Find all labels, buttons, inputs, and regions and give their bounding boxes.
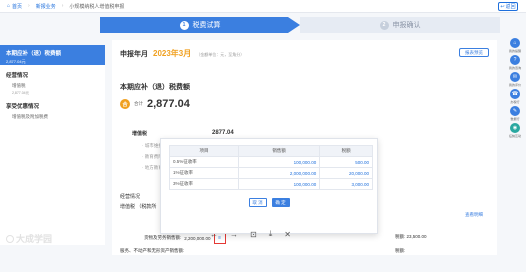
- column-header-tax: 税额: [319, 145, 373, 157]
- modal-buttons: 取 消 确 定: [161, 198, 377, 207]
- phone-icon: ☎: [510, 89, 520, 99]
- step-label: 申报确认: [392, 22, 421, 29]
- arrow-right-icon[interactable]: →: [230, 230, 238, 239]
- sales-breakdown-table: 项目 销售额 税额 0.5%征收率 100,000.00 500.00 1%征收…: [168, 145, 373, 190]
- table-row: 1%征收率 2,000,000.00 20,000.00: [168, 167, 373, 179]
- section-title-tax-payable: 本期应补（退）税费额: [120, 84, 190, 91]
- arrow-left-icon[interactable]: ←: [210, 230, 218, 239]
- watermark-logo-icon: [6, 234, 14, 243]
- close-icon[interactable]: ✕: [284, 230, 291, 239]
- toolbar-item-evaluate[interactable]: ✉ 我的评价: [506, 72, 524, 87]
- row-tax[interactable]: 3,000.00: [319, 178, 373, 190]
- toolbar-label: 我的咨询: [508, 66, 521, 70]
- row-sales[interactable]: 100,000.00: [238, 156, 321, 168]
- nav-item-vat[interactable]: 增值税: [0, 81, 105, 91]
- view-details-link[interactable]: 查看明细: [465, 212, 483, 218]
- services-sales-label: 服务、不动产和无形资产销售额:: [120, 248, 185, 253]
- row-tax[interactable]: 500.00: [319, 156, 373, 168]
- services-tax-label: 税额:: [395, 248, 406, 253]
- breadcrumb-item-current: 小规模纳税人增值税申报: [69, 3, 125, 10]
- toolbar-label: 数据行: [510, 117, 520, 121]
- step-label: 税费试算: [192, 22, 221, 29]
- edit-icon: ✎: [510, 106, 520, 116]
- confirm-button[interactable]: 确 定: [271, 198, 290, 207]
- amount-unit-note: （金额单位：元，至角分）: [196, 52, 245, 57]
- business-section-title: 经营情况: [120, 194, 141, 200]
- nav-item-tax-payable[interactable]: 本期应补（退）税费额 2,877.04元: [0, 45, 105, 65]
- home-icon: ⌂: [7, 3, 11, 9]
- top-nav-bar: ⌂ 首页 › 新报业务 › 小规模纳税人增值税申报 ↩ 返回: [0, 0, 526, 13]
- nav-section-business[interactable]: 经营情况: [0, 65, 105, 81]
- watermark: 大成学园: [6, 232, 52, 245]
- goods-tax-value: 23,500.00: [406, 234, 427, 239]
- vat-amount: 2877.04: [212, 130, 234, 136]
- period-label: 申报年月: [120, 51, 148, 58]
- home-label: 首页: [12, 3, 23, 10]
- row-item: 3%征收率: [168, 178, 240, 190]
- breadcrumb-separator: ›: [61, 3, 64, 9]
- breadcrumb-separator: ›: [28, 3, 30, 9]
- business-section: 经营情况 增值税 （税款所: [120, 192, 156, 212]
- left-nav-panel: 本期应补（退）税费额 2,877.04元 经营情况 增值税 2,877.04元 …: [0, 45, 105, 245]
- breadcrumb-item-new-business[interactable]: 新报业务: [36, 3, 56, 10]
- toolbar-label: 我的评价: [508, 83, 521, 87]
- toolbar-label: 征纳互动: [508, 134, 521, 138]
- row-sales[interactable]: 100,000.00: [238, 178, 321, 190]
- nav-section-preferential[interactable]: 享受优惠情况: [0, 96, 105, 112]
- nav-item-title: 本期应补（退）税费额: [6, 51, 62, 57]
- sales-breakdown-modal: 项目 销售额 税额 0.5%征收率 100,000.00 500.00 1%征收…: [160, 138, 378, 234]
- toolbar-item-reminder[interactable]: ⌂ 我的提醒: [506, 38, 524, 53]
- total-summary: 合 合计 2,877.04: [120, 98, 190, 110]
- toolbar-label: 办税行: [510, 100, 520, 104]
- right-toolbar: ⌂ 我的提醒 ? 我的咨询 ✉ 我的评价 ☎ 办税行 ✎ 数据行 ◉ 征纳互动: [506, 38, 524, 138]
- table-row: 0.5%征收率 100,000.00 500.00: [168, 156, 373, 168]
- bell-icon: ⌂: [510, 38, 520, 48]
- total-label: 合计: [134, 101, 143, 106]
- row-sales[interactable]: 2,000,000.00: [238, 167, 321, 179]
- row-tax[interactable]: 20,000.00: [319, 167, 373, 179]
- download-icon[interactable]: ⤓: [269, 229, 273, 239]
- back-label: 返回: [505, 4, 516, 10]
- table-header-row: 项目 销售额 税额: [168, 145, 373, 157]
- back-button[interactable]: ↩ 返回: [498, 2, 518, 11]
- toolbar-item-interaction[interactable]: ◉ 征纳互动: [506, 123, 524, 138]
- chat-icon: ◉: [510, 123, 520, 133]
- toolbar-item-consult[interactable]: ? 我的咨询: [506, 55, 524, 70]
- goods-sales-value: 2,200,000.00: [184, 235, 211, 241]
- nav-item-vat-surcharge[interactable]: 增值税及附加税费: [0, 112, 105, 122]
- total-badge-icon: 合: [120, 99, 130, 109]
- goods-sales-label: 货物及劳务销售额:: [144, 235, 182, 240]
- column-header-item: 项目: [168, 145, 240, 157]
- question-icon: ?: [510, 55, 520, 65]
- home-link[interactable]: ⌂ 首页: [7, 3, 22, 10]
- vat-label: 增值税: [132, 131, 148, 137]
- crop-icon[interactable]: ⊡: [250, 230, 257, 239]
- toolbar-item-data[interactable]: ✎ 数据行: [506, 106, 524, 121]
- table-row: 3%征收率 100,000.00 3,000.00: [168, 178, 373, 190]
- toolbar-item-tax-service[interactable]: ☎ 办税行: [506, 89, 524, 104]
- declaration-period: 申报年月 2023年3月 （金额单位：元，至角分）: [120, 48, 244, 59]
- period-value: 2023年3月: [153, 49, 192, 58]
- watermark-text: 大成学园: [16, 234, 53, 244]
- step-tax-calculation: 1 税费试算: [100, 17, 300, 33]
- viewer-controls: ← → ⊡ ⤓ ✕: [210, 228, 291, 240]
- step-declaration-confirm: 2 申报确认: [300, 17, 500, 33]
- message-icon: ✉: [510, 72, 520, 82]
- cancel-button[interactable]: 取 消: [248, 198, 267, 207]
- goods-tax-label: 税额:: [395, 234, 406, 239]
- step-number: 2: [379, 20, 389, 30]
- step-progress-bar: 1 税费试算 2 申报确认: [100, 17, 500, 33]
- row-item: 0.5%征收率: [168, 156, 240, 168]
- goods-tax: 税额: 23,500.00: [395, 234, 427, 240]
- step-number: 1: [179, 20, 189, 30]
- column-header-sales: 销售额: [238, 145, 321, 157]
- row-item: 1%征收率: [168, 167, 240, 179]
- toolbar-label: 我的提醒: [508, 49, 521, 53]
- vat-tax-period-label: 增值税 （税款所: [120, 204, 157, 210]
- back-icon: ↩: [500, 3, 505, 10]
- total-value: 2,877.04: [147, 98, 190, 110]
- report-preview-button[interactable]: 报表预览: [459, 48, 489, 57]
